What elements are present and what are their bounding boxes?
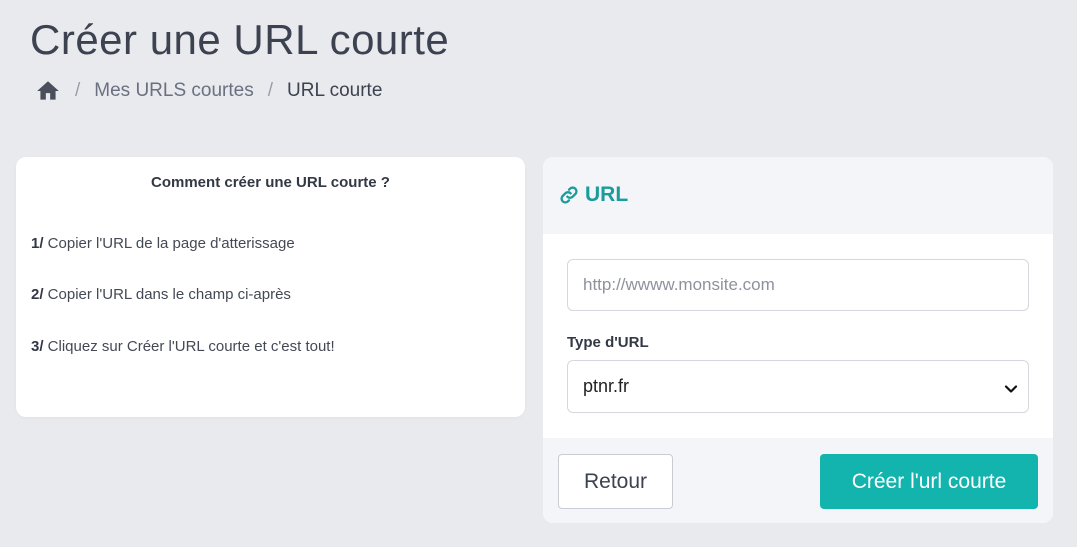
- chevron-down-icon: [1004, 380, 1018, 394]
- url-card-footer: Retour Créer l'url courte: [543, 438, 1053, 523]
- url-card-title-text: URL: [585, 183, 629, 206]
- url-type-label: Type d'URL: [567, 334, 649, 351]
- url-card-title: URL: [559, 183, 628, 207]
- breadcrumb: / Mes URLS courtes / URL courte: [35, 78, 382, 104]
- link-icon: [559, 185, 579, 205]
- help-card: Comment créer une URL courte ? 1/ Copier…: [16, 157, 525, 417]
- breadcrumb-separator: /: [267, 80, 274, 101]
- help-step: 3/ Cliquez sur Créer l'URL courte et c'e…: [31, 338, 335, 355]
- page-title: Créer une URL courte: [30, 16, 450, 63]
- url-card-header: URL: [543, 157, 1053, 234]
- help-step: 2/ Copier l'URL dans le champ ci-après: [31, 286, 291, 303]
- url-type-select[interactable]: ptnr.fr: [567, 360, 1029, 413]
- help-step-text: Copier l'URL de la page d'atterissage: [43, 235, 295, 252]
- url-input[interactable]: [567, 259, 1029, 311]
- breadcrumb-separator: /: [75, 80, 81, 101]
- help-step-number: 3/: [31, 338, 44, 355]
- url-type-selected-value: ptnr.fr: [583, 376, 630, 396]
- help-title: Comment créer une URL courte ?: [151, 174, 390, 191]
- breadcrumb-item-my-urls[interactable]: Mes URLS courtes: [94, 80, 253, 102]
- help-step-number: 2/: [31, 286, 44, 303]
- home-icon[interactable]: [35, 78, 61, 104]
- help-step-number: 1/: [31, 235, 44, 252]
- help-step-text: Copier l'URL dans le champ ci-après: [43, 286, 291, 303]
- create-short-url-button[interactable]: Créer l'url courte: [820, 454, 1038, 509]
- help-step-text: Cliquez sur Créer l'URL courte et c'est …: [43, 338, 335, 355]
- back-button[interactable]: Retour: [558, 454, 673, 509]
- help-step: 1/ Copier l'URL de la page d'atterissage: [31, 235, 295, 252]
- url-card: URL Type d'URL ptnr.fr Retour Créer l'ur…: [543, 157, 1053, 523]
- breadcrumb-item-current: URL courte: [287, 80, 383, 101]
